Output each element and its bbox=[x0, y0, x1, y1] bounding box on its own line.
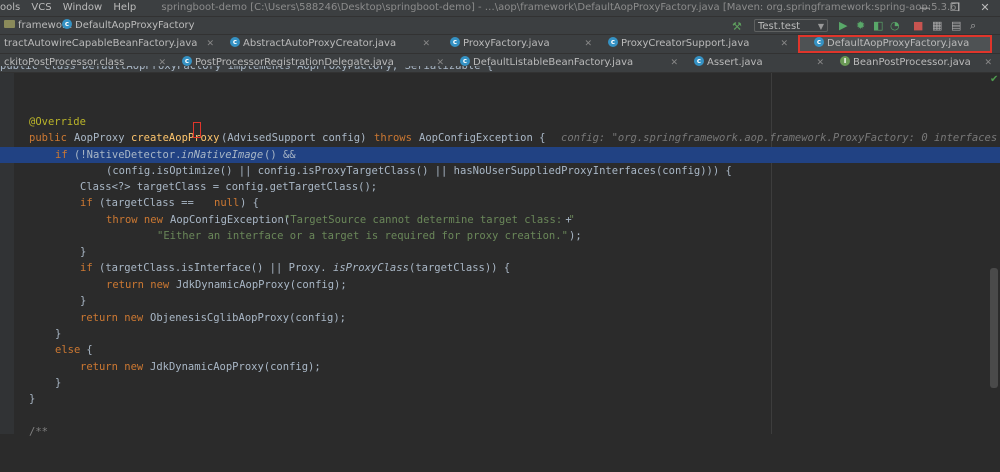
menu-help[interactable]: Help bbox=[113, 0, 136, 16]
code-line-method-signature: public AopProxy createAopProxy (AdvisedS… bbox=[29, 132, 998, 144]
stop-icon[interactable]: ■ bbox=[913, 19, 923, 32]
close-tab-icon[interactable]: ✕ bbox=[584, 35, 592, 53]
class-icon: c bbox=[230, 37, 240, 47]
tab-abstract-auto-proxy-creator[interactable]: c AbstractAutoProxyCreator.java ✕ bbox=[226, 35, 434, 53]
run-configuration-dropdown[interactable]: Test.test ▼ bbox=[754, 19, 828, 32]
code-line-throw: throw new AopConfigException( "TargetSou… bbox=[106, 214, 575, 226]
code-line-return-jdk: return new JdkDynamicAopProxy(config); bbox=[106, 279, 347, 291]
code-line-target-class: Class<?> targetClass = config.getTargetC… bbox=[80, 181, 378, 193]
menu-tools[interactable]: ools bbox=[0, 0, 20, 16]
code-line-if-interface: if (targetClass.isInterface() || Proxy. … bbox=[80, 262, 511, 274]
search-everywhere-icon[interactable]: ⌕ bbox=[970, 19, 976, 32]
code-line-annotation: @Override bbox=[29, 116, 86, 128]
interface-icon: I bbox=[840, 56, 850, 66]
tab-label: ProxyCreatorSupport.java bbox=[621, 38, 750, 49]
code-line-else: else { bbox=[55, 344, 93, 356]
class-icon: c bbox=[608, 37, 618, 47]
tab-label: AbstractAutoProxyCreator.java bbox=[243, 38, 397, 49]
maximize-icon[interactable]: ❐ bbox=[940, 0, 970, 16]
menu-window[interactable]: Window bbox=[63, 0, 102, 16]
class-icon: c bbox=[62, 19, 72, 29]
code-line-condition: (config.isOptimize() || config.isProxyTa… bbox=[106, 165, 732, 177]
class-icon: c bbox=[460, 56, 470, 66]
tab-label: tractAutowireCapableBeanFactory.java bbox=[4, 38, 198, 49]
code-line-throw-message: "Either an interface or a target is requ… bbox=[157, 230, 582, 242]
debug-icon[interactable]: ✹ bbox=[856, 19, 865, 32]
navigation-bar: framework › c DefaultAopProxyFactory ⚒ Tes… bbox=[0, 16, 1000, 35]
code-line-close-brace: } bbox=[55, 377, 62, 389]
run-configuration-label: Test.test bbox=[758, 21, 801, 32]
code-line-method-end: } bbox=[29, 393, 36, 405]
project-structure-icon[interactable]: ▦ bbox=[932, 19, 942, 32]
tab-label: ProxyFactory.java bbox=[463, 38, 550, 49]
code-line-if-native: if (!NativeDetector. inNativeImage () && bbox=[0, 147, 1000, 163]
close-tab-icon[interactable]: ✕ bbox=[206, 35, 214, 53]
tab-default-aop-proxy-factory[interactable]: c DefaultAopProxyFactory.java bbox=[798, 35, 992, 53]
window-title: springboot-demo [C:\Users\588246\Desktop… bbox=[161, 2, 961, 13]
no-problems-check-icon: ✔ bbox=[990, 74, 999, 85]
code-line-if-null: if (targetClass == null ) { bbox=[80, 197, 259, 209]
code-line-close-brace: } bbox=[80, 246, 87, 258]
editor-tabs-row-1: tractAutowireCapableBeanFactory.java ✕ cA… bbox=[0, 35, 1000, 54]
run-icon[interactable]: ▶ bbox=[839, 19, 847, 32]
code-line-return-jdk-else: return new JdkDynamicAopProxy(config); bbox=[80, 361, 321, 373]
close-tab-icon[interactable]: ✕ bbox=[422, 35, 430, 53]
class-icon: c bbox=[182, 56, 192, 66]
code-line-close-brace: } bbox=[55, 328, 62, 340]
class-icon: c bbox=[814, 37, 824, 47]
code-line-return-cglib: return new ObjenesisCglibAopProxy(config… bbox=[80, 312, 346, 324]
code-line-class-header: public class DefaultAopProxyFactory impl… bbox=[0, 66, 494, 72]
class-icon: c bbox=[450, 37, 460, 47]
class-icon: c bbox=[694, 56, 704, 66]
folder-icon bbox=[4, 20, 15, 28]
menu-vcs[interactable]: VCS bbox=[31, 0, 51, 16]
tab-label: DefaultAopProxyFactory.java bbox=[827, 38, 970, 49]
chevron-down-icon: ▼ bbox=[817, 22, 824, 31]
coverage-icon[interactable]: ◧ bbox=[873, 19, 883, 32]
tab-proxy-creator-support[interactable]: c ProxyCreatorSupport.java ✕ bbox=[604, 35, 792, 53]
code-line-close-brace: } bbox=[80, 295, 87, 307]
tab-proxy-factory[interactable]: c ProxyFactory.java ✕ bbox=[446, 35, 596, 53]
build-hammer-icon[interactable]: ⚒ bbox=[732, 18, 742, 35]
breadcrumb-file-label: DefaultAopProxyFactory bbox=[75, 20, 195, 31]
close-tab-icon[interactable]: ✕ bbox=[780, 35, 788, 53]
close-icon[interactable]: ✕ bbox=[970, 0, 1000, 16]
code-line-javadoc-start: /** bbox=[29, 426, 48, 438]
breadcrumb-file[interactable]: c DefaultAopProxyFactory bbox=[62, 17, 195, 34]
tab-abstract-autowire[interactable]: tractAutowireCapableBeanFactory.java ✕ bbox=[0, 35, 218, 53]
menu-bar: ools VCS Window Help springboot-demo [C:… bbox=[0, 0, 1000, 16]
minimize-icon[interactable]: — bbox=[910, 0, 940, 16]
profile-icon[interactable]: ◔ bbox=[890, 19, 900, 32]
settings-icon[interactable]: ▤ bbox=[951, 19, 961, 32]
cursor-highlight-box bbox=[193, 122, 201, 138]
